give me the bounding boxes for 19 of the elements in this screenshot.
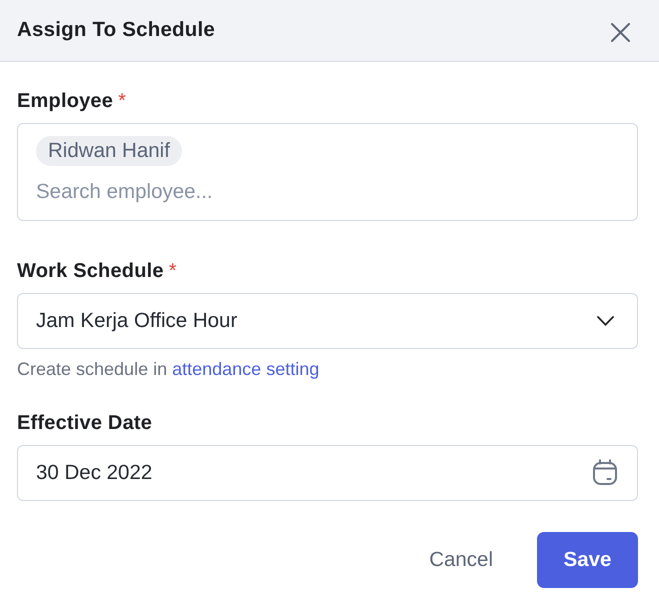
dropdown-select[interactable]: Jam Kerja Office Hour [17,293,638,349]
cancel-button[interactable]: Cancel [409,532,513,588]
close-icon [611,22,630,42]
attendance-setting-link[interactable]: attendance setting [172,359,320,379]
close-button[interactable] [611,22,630,42]
required-asterisk: * [168,259,177,283]
required-asterisk: * [118,89,126,113]
dialog-title: Assign To Schedule [17,18,215,42]
tag-chip: Ridwan Hanif [36,136,182,166]
hint-text: Create schedule in attendance setting [17,358,320,380]
calendar-icon [592,459,618,485]
save-button[interactable]: Save [537,532,638,588]
search-field[interactable]: Search employee... [36,180,619,204]
field-label: Work Schedule [17,259,164,283]
date-field[interactable]: 30 Dec 2022 [17,445,638,501]
field-label: Employee [17,89,114,113]
tag-select-box[interactable]: Ridwan Hanif Search employee... [17,123,638,221]
field-label: Effective Date [17,411,152,435]
chevron-down-icon [597,316,614,326]
